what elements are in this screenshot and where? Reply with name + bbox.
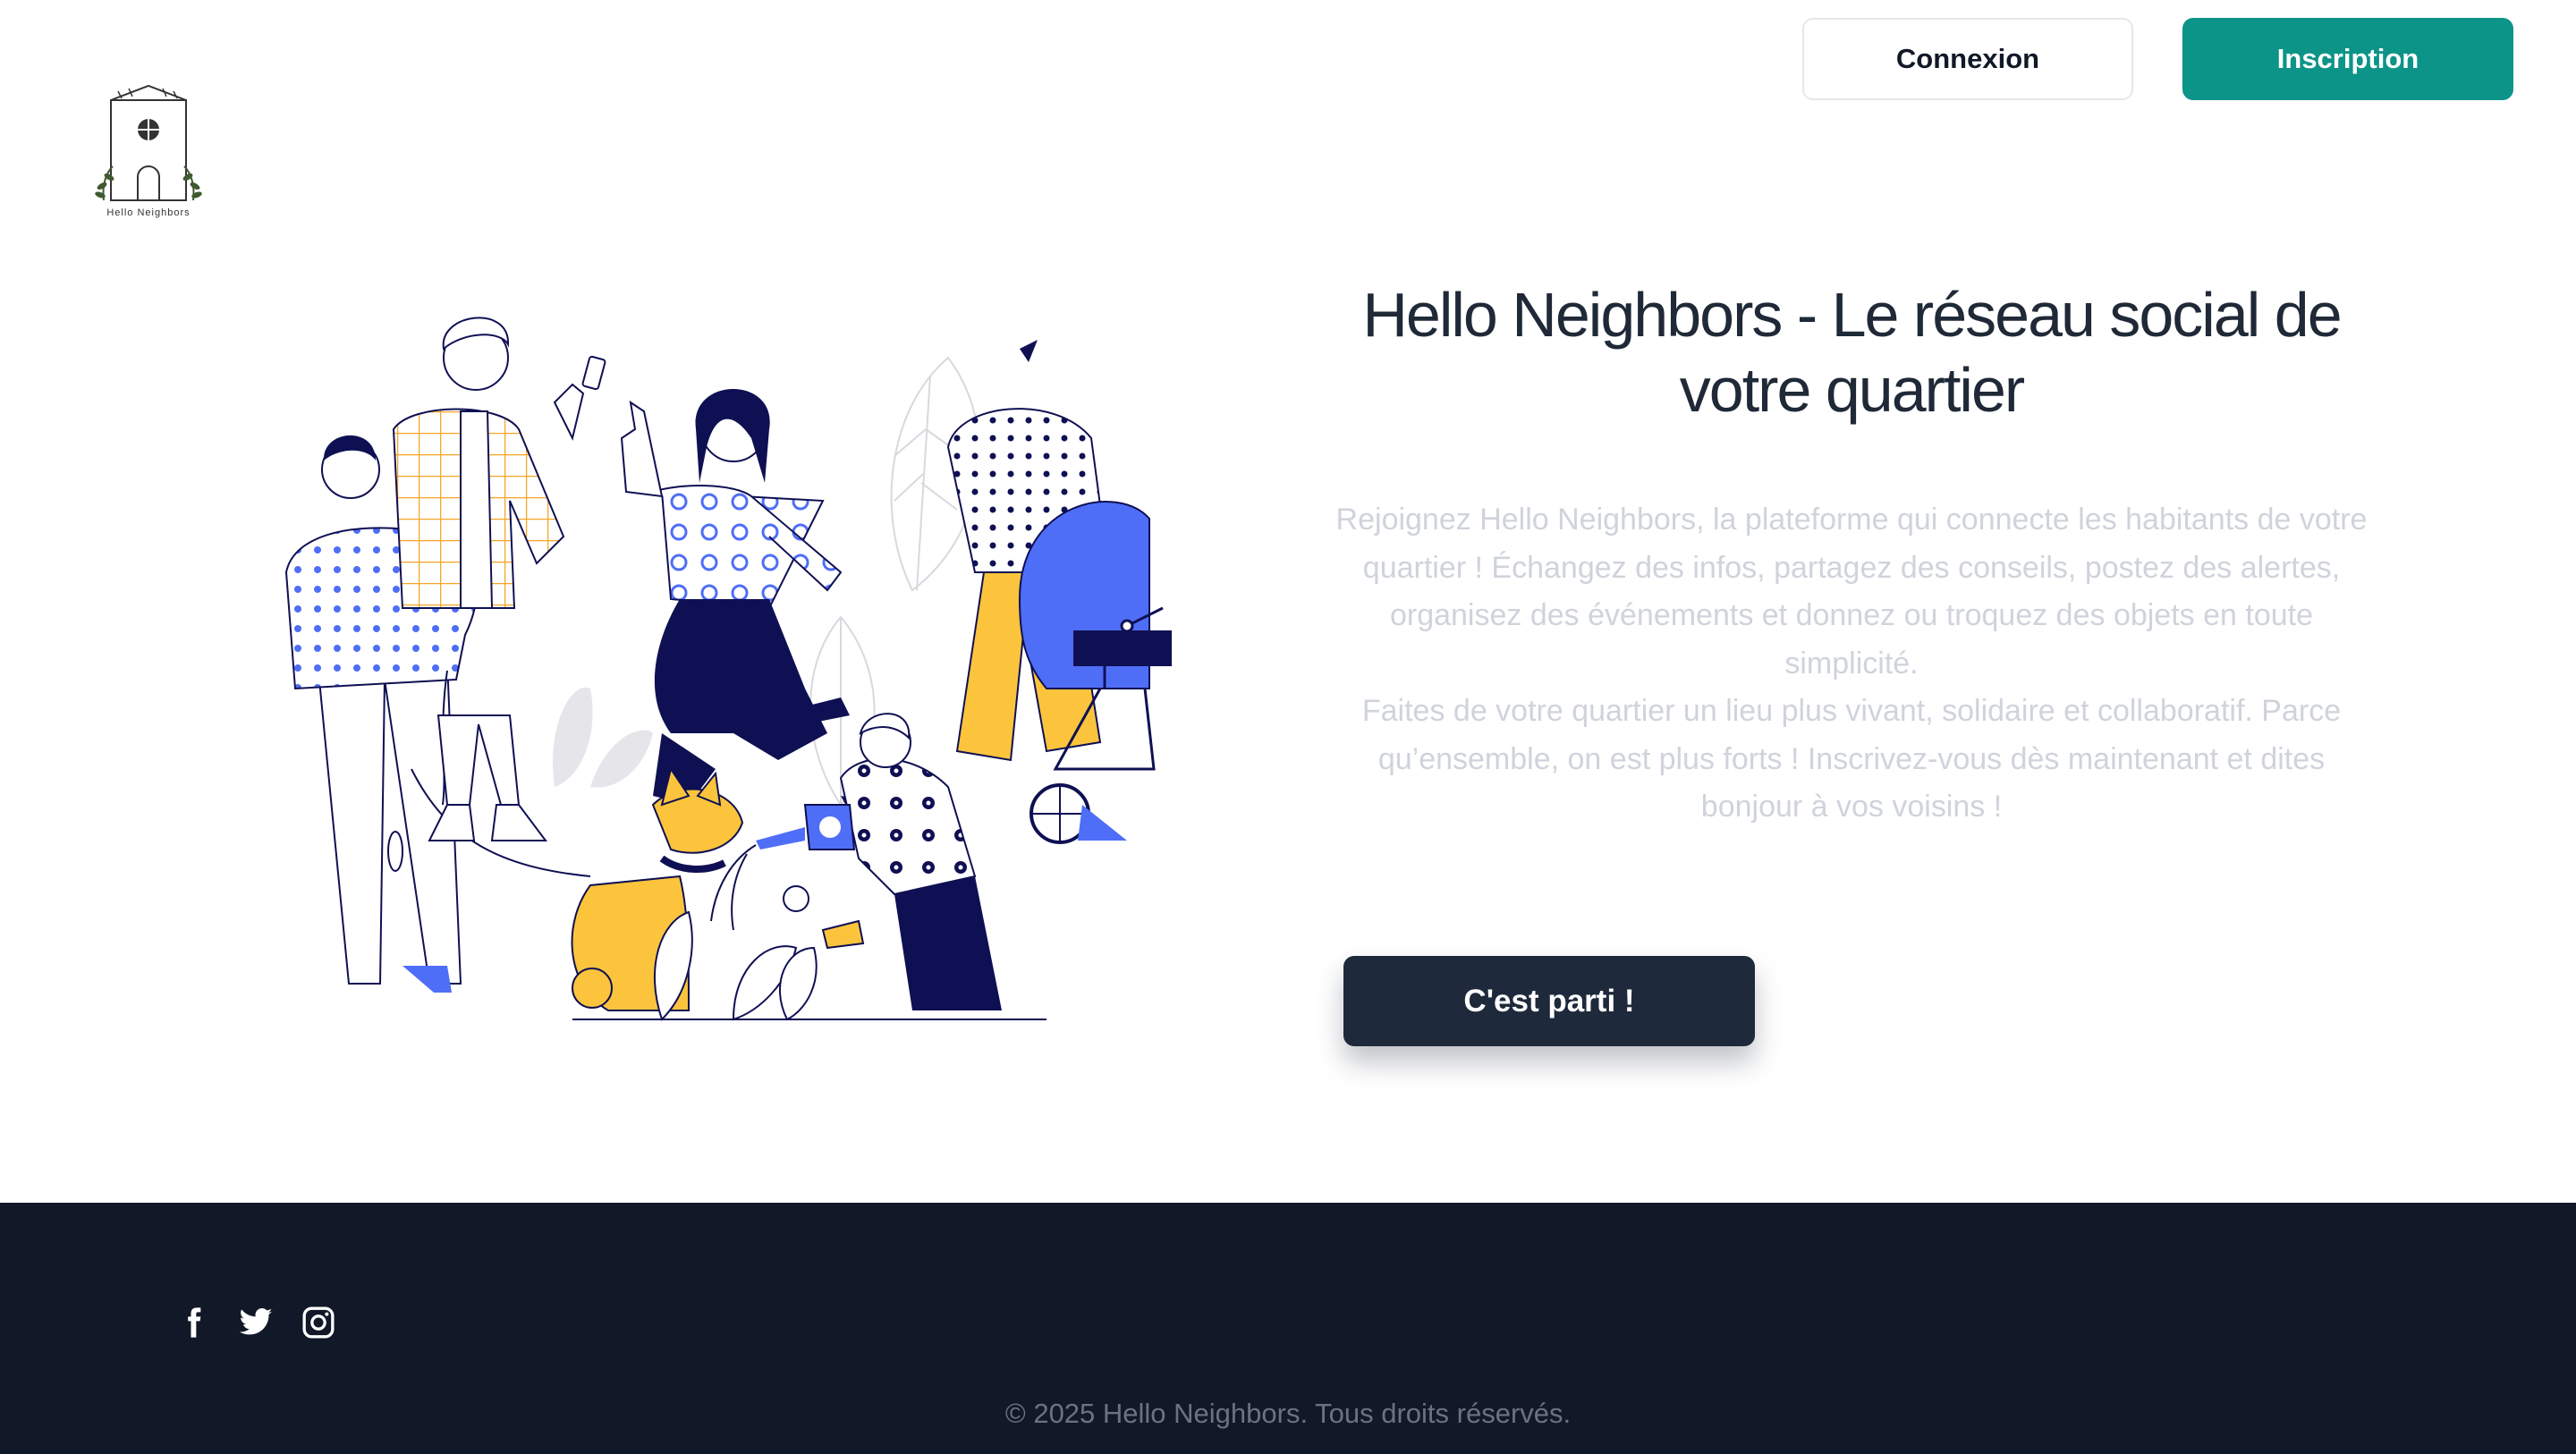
logo-text: Hello Neighbors <box>106 207 191 218</box>
signup-button[interactable]: Inscription <box>2182 18 2513 100</box>
login-button[interactable]: Connexion <box>1802 18 2133 100</box>
woman-figure <box>620 389 850 805</box>
page-title: Hello Neighbors - Le réseau social de vo… <box>1362 280 2342 425</box>
hero-paragraph: Rejoignez Hello Neighbors, la plateforme… <box>1335 503 2368 681</box>
neighbors-illustration <box>284 317 1172 1021</box>
twitter-icon[interactable] <box>238 1305 274 1340</box>
social-links <box>175 1305 336 1340</box>
hero-paragraph: Faites de votre quartier un lieu plus vi… <box>1361 694 2342 824</box>
facebook-icon[interactable] <box>175 1305 211 1340</box>
parent-stroller-figure <box>946 340 1172 844</box>
get-started-button[interactable]: C'est parti ! <box>1343 956 1755 1046</box>
site-logo[interactable]: Hello Neighbors <box>93 80 204 224</box>
site-footer: © 2025 Hello Neighbors. Tous droits rése… <box>0 1203 2576 1454</box>
house-logo-icon <box>95 84 202 201</box>
copyright-text: © 2025 Hello Neighbors. Tous droits rése… <box>1004 1398 1572 1429</box>
hero-description: Rejoignez Hello Neighbors, la plateforme… <box>1324 496 2379 832</box>
instagram-icon[interactable] <box>301 1305 336 1340</box>
